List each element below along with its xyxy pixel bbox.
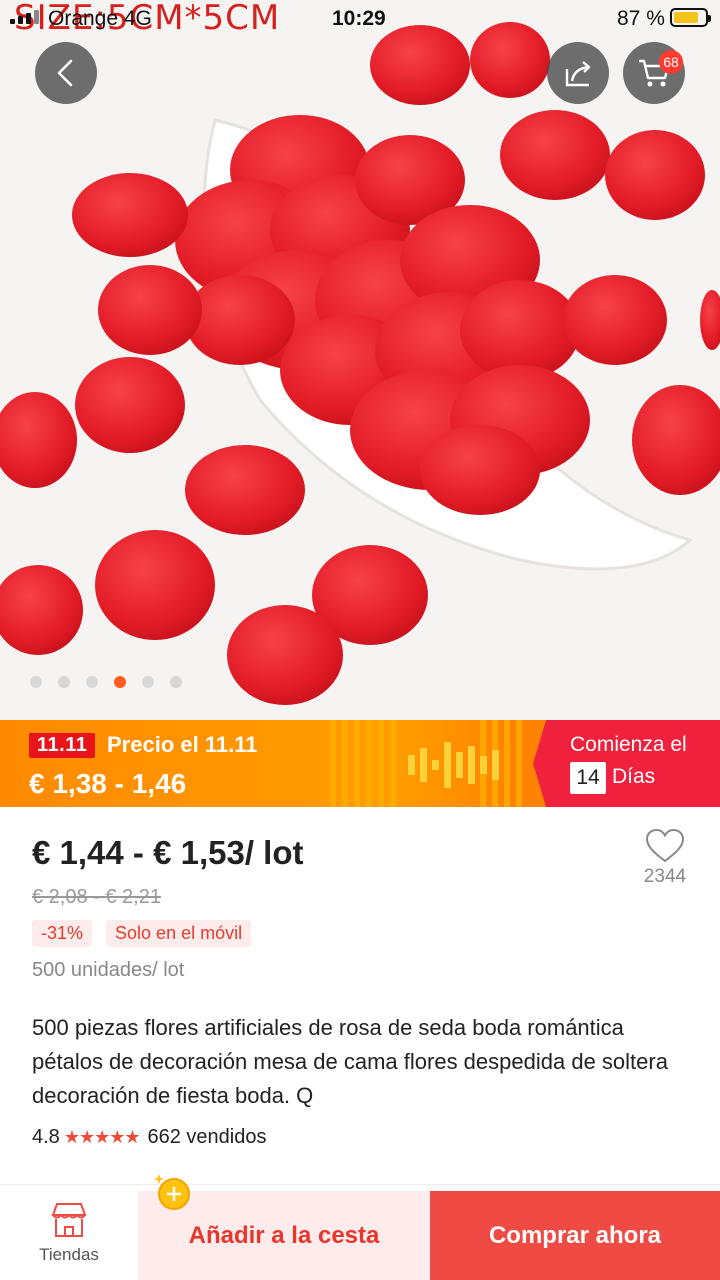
current-price: € 1,44 - € 1,53/ lot — [32, 834, 304, 871]
product-image[interactable]: SIZE:5CM*5CM — [0, 0, 720, 720]
carousel-dot[interactable] — [142, 676, 154, 688]
stores-button[interactable]: Tiendas — [0, 1185, 138, 1280]
bottom-action-bar: Tiendas Añadir a la cesta Comprar ahora — [0, 1174, 720, 1280]
countdown-days-value: 14 — [570, 762, 606, 794]
mobile-only-badge: Solo en el móvil — [106, 920, 252, 947]
share-button[interactable] — [547, 42, 609, 104]
carrier-label: Orange 4G — [48, 7, 152, 30]
equalizer-decoration — [330, 720, 522, 807]
cart-count-badge: 68 — [659, 50, 683, 74]
badge-row: -31% Solo en el móvil — [32, 920, 252, 947]
carousel-dot[interactable] — [86, 676, 98, 688]
rating-value: 4.8 — [32, 1126, 60, 1148]
carousel-indicator — [30, 676, 182, 688]
signal-icon — [10, 10, 39, 24]
buy-now-button[interactable]: Comprar ahora — [430, 1191, 720, 1280]
original-price: € 2,08 - € 2,21 — [32, 886, 161, 908]
heart-icon — [645, 828, 685, 863]
status-bar: Orange 4G 10:29 87 % — [0, 0, 720, 36]
promo-banner[interactable]: 11.11 Precio el 11.11 € 1,38 - 1,46 Comi… — [0, 720, 720, 807]
cart-button[interactable]: 68 — [623, 42, 685, 104]
sold-count: 662 vendidos — [147, 1126, 267, 1148]
star-rating-icon: ★★★★★ — [63, 1127, 141, 1147]
carousel-dot-active[interactable] — [114, 676, 126, 688]
units-per-lot: 500 unidades/ lot — [32, 959, 185, 981]
rating-row[interactable]: 4.8 ★★★★★ 662 vendidos — [32, 1126, 266, 1149]
battery-percent: 87 % — [617, 7, 665, 30]
promo-title: Precio el 11.11 — [107, 732, 258, 757]
carousel-dot[interactable] — [30, 676, 42, 688]
battery-icon — [670, 8, 711, 27]
back-button[interactable] — [35, 42, 97, 104]
wishlist-count: 2344 — [643, 866, 687, 887]
promo-price: € 1,38 - 1,46 — [29, 768, 187, 799]
carousel-dot[interactable] — [58, 676, 70, 688]
countdown-days-unit: Días — [612, 765, 656, 788]
chevron-left-icon — [57, 59, 73, 87]
wishlist-button[interactable]: 2344 — [640, 828, 690, 888]
coin-icon — [153, 1174, 190, 1210]
promo-tag: 11.11 — [29, 733, 96, 758]
product-title: 500 piezas flores artificiales de rosa d… — [32, 1015, 668, 1108]
carousel-dot[interactable] — [170, 676, 182, 688]
clock: 10:29 — [332, 7, 386, 30]
share-icon — [565, 61, 591, 87]
countdown-label: Comienza el — [570, 733, 687, 756]
stores-label: Tiendas — [39, 1245, 99, 1264]
rose-petals-photo — [0, 0, 720, 720]
store-icon — [51, 1203, 87, 1237]
discount-badge: -31% — [32, 920, 93, 947]
